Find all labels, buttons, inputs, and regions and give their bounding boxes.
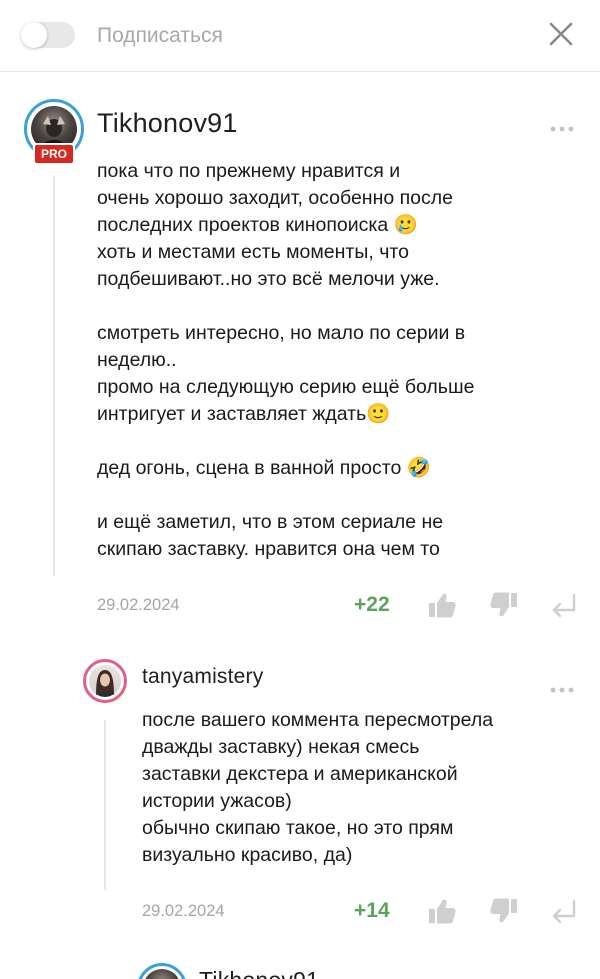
thumbs-up-icon[interactable] [427, 897, 457, 925]
avatar[interactable] [137, 963, 187, 979]
avatar-image [89, 665, 121, 697]
comment-text: после вашего коммента пересмотрела дважд… [142, 709, 494, 866]
thumbs-up-icon[interactable] [427, 591, 457, 619]
thread-line [104, 720, 106, 890]
comment-date: 29.02.2024 [142, 902, 225, 920]
comment-author[interactable]: tanyamistery [142, 665, 263, 689]
thumbs-down-icon[interactable] [489, 897, 519, 925]
comment-author[interactable]: Tikhonov91 [199, 967, 319, 979]
comment-author[interactable]: Tikhonov91 [97, 108, 238, 139]
comment-score: +22 [354, 593, 390, 616]
comment-text: пока что по прежнему нравится и очень хо… [97, 160, 475, 560]
subscribe-toggle[interactable] [21, 22, 75, 48]
avatar[interactable] [83, 659, 127, 703]
comment-date: 29.02.2024 [97, 596, 180, 614]
avatar-image [143, 969, 181, 979]
close-icon[interactable] [545, 18, 577, 50]
top-bar: Подписаться [0, 0, 600, 72]
avatar-portrait-icon [96, 670, 114, 697]
toggle-knob[interactable] [21, 22, 47, 48]
thumbs-down-icon[interactable] [489, 591, 519, 619]
pro-badge: PRO [33, 143, 75, 165]
more-dots-icon[interactable] [549, 125, 575, 133]
more-dots-icon[interactable] [549, 686, 575, 694]
thread-line [53, 176, 55, 576]
reply-arrow-icon[interactable] [549, 592, 579, 620]
comment-score: +14 [354, 899, 390, 922]
reply-arrow-icon[interactable] [549, 898, 579, 926]
subscribe-label[interactable]: Подписаться [97, 24, 223, 48]
